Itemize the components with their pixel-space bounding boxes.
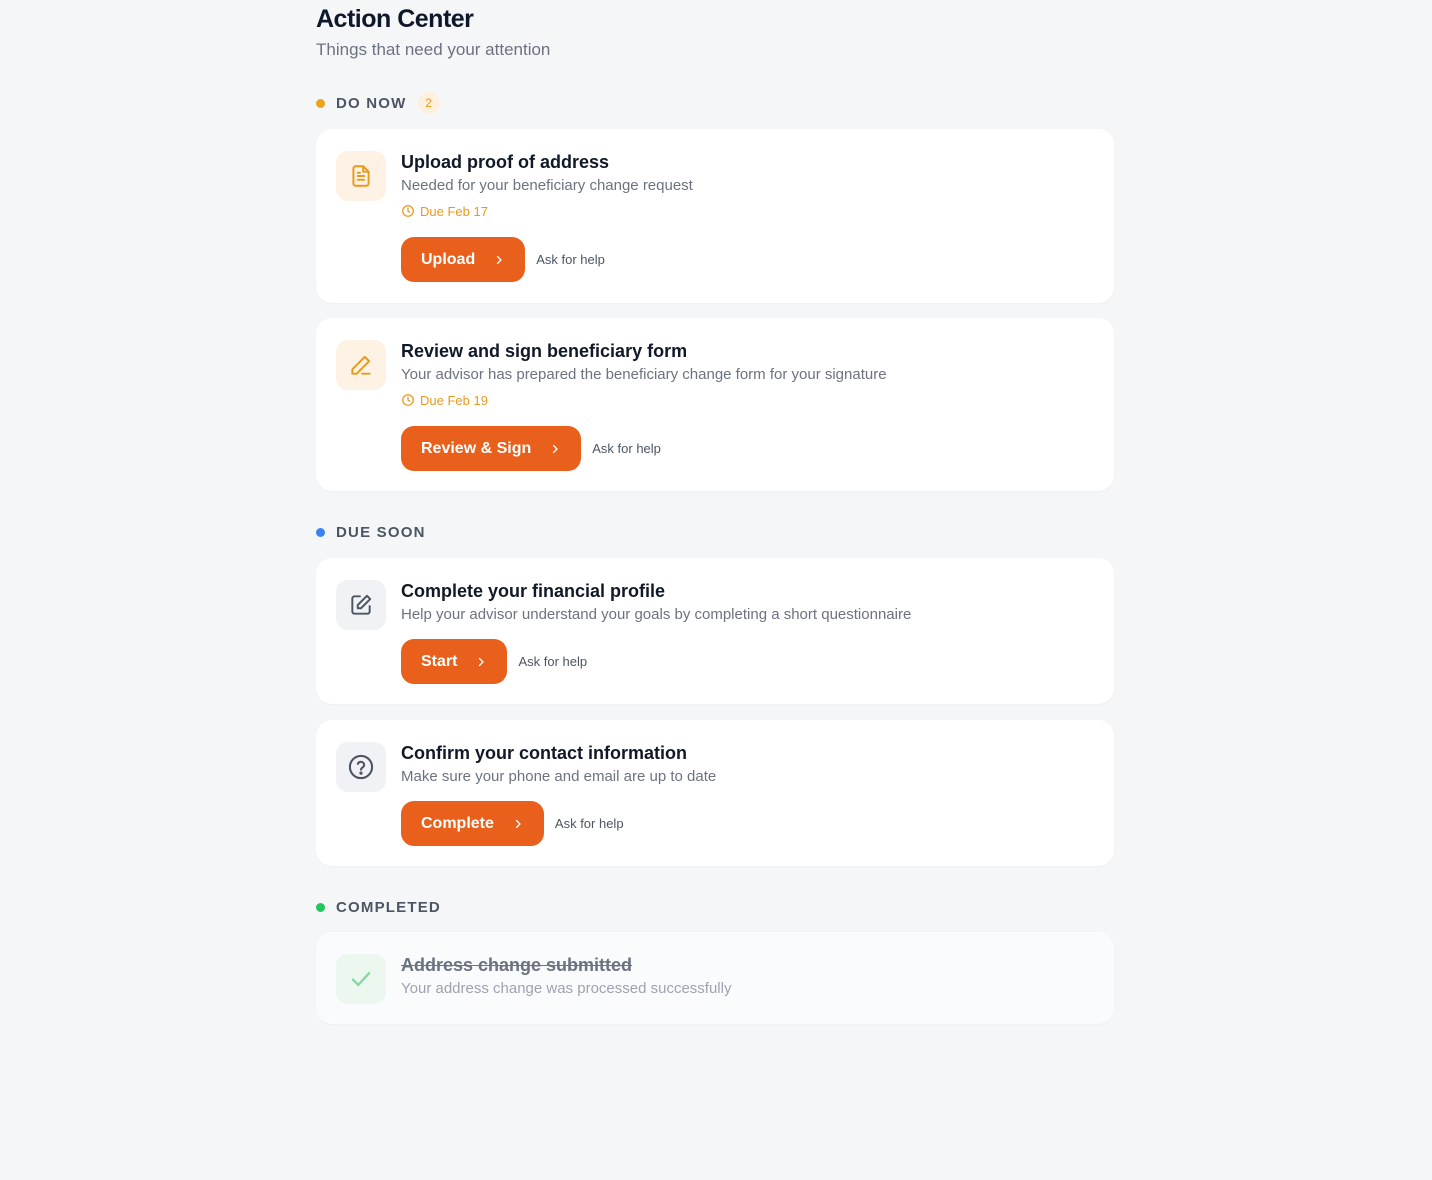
task-actions: Start Ask for help xyxy=(401,639,1094,684)
complete-button[interactable]: Complete xyxy=(401,801,544,846)
do-now-status-dot xyxy=(316,98,325,108)
task-actions: Review & Sign Ask for help xyxy=(401,426,1094,471)
task-description: Your advisor has prepared the beneficiar… xyxy=(401,366,887,383)
review-sign-button[interactable]: Review & Sign xyxy=(401,426,582,471)
start-button[interactable]: Start xyxy=(401,639,508,684)
document-icon xyxy=(336,151,386,201)
due-date: Due Feb 19 xyxy=(401,392,1094,408)
chevron-right-icon xyxy=(479,657,485,666)
task-title: Review and sign beneficiary form xyxy=(401,341,688,361)
due-soon-status-dot xyxy=(316,527,325,537)
page-subtitle: Things that need your attention xyxy=(316,40,551,59)
section-completed-header: COMPLETED xyxy=(316,895,1114,919)
section-label: COMPLETED xyxy=(336,898,441,916)
clock-icon xyxy=(402,205,414,217)
task-description: Needed for your beneficiary change reque… xyxy=(401,177,693,194)
task-title: Complete your financial profile xyxy=(401,581,666,601)
question-circle-icon xyxy=(336,742,386,792)
task-body: Review and sign beneficiary form Your ad… xyxy=(401,340,1094,471)
check-icon xyxy=(336,954,386,1004)
chevron-right-icon xyxy=(515,819,521,828)
ask-for-help-link[interactable]: Ask for help xyxy=(536,252,605,267)
section-do-now-header: DO NOW 2 xyxy=(316,91,1114,115)
due-date: Due Feb 17 xyxy=(401,203,1094,219)
complete-button-label: Complete xyxy=(421,814,494,832)
clock-icon xyxy=(402,394,414,406)
completed-title: Address change submitted xyxy=(401,955,633,975)
page-title: Action Center xyxy=(316,5,474,33)
edit-square-icon xyxy=(336,580,386,630)
review-sign-button-label: Review & Sign xyxy=(421,439,532,457)
completed-status-dot xyxy=(316,902,325,912)
task-card-review-sign: Review and sign beneficiary form Your ad… xyxy=(316,318,1114,491)
count-badge: 2 xyxy=(417,92,440,114)
section-label: DUE SOON xyxy=(336,523,426,541)
task-card-contact-info: Confirm your contact information Make su… xyxy=(316,720,1114,866)
task-title: Confirm your contact information xyxy=(401,743,688,763)
pen-icon xyxy=(336,340,386,390)
task-title: Upload proof of address xyxy=(401,152,610,172)
task-actions: Upload Ask for help xyxy=(401,237,1094,282)
start-button-label: Start xyxy=(421,652,458,670)
ask-for-help-link[interactable]: Ask for help xyxy=(592,441,661,456)
chevron-right-icon xyxy=(497,255,502,264)
task-body: Confirm your contact information Make su… xyxy=(401,742,1094,846)
due-date-label: Due Feb 19 xyxy=(420,392,488,408)
task-card-upload-proof: Upload proof of address Needed for your … xyxy=(316,129,1114,303)
chevron-right-icon xyxy=(553,444,558,453)
action-center: Action Center Things that need your atte… xyxy=(316,0,1114,1024)
ask-for-help-link[interactable]: Ask for help xyxy=(518,654,587,669)
task-body: Complete your financial profile Help you… xyxy=(401,580,1094,684)
task-description: Make sure your phone and email are up to… xyxy=(401,768,717,785)
completed-description: Your address change was processed succes… xyxy=(401,980,732,997)
upload-button[interactable]: Upload xyxy=(401,237,526,282)
completed-card-address-change: Address change submitted Your address ch… xyxy=(316,932,1114,1024)
section-due-soon-header: DUE SOON xyxy=(316,520,1114,544)
due-date-label: Due Feb 17 xyxy=(420,203,488,219)
task-description: Help your advisor understand your goals … xyxy=(401,606,912,623)
task-card-financial-profile: Complete your financial profile Help you… xyxy=(316,558,1114,704)
ask-for-help-link[interactable]: Ask for help xyxy=(555,816,624,831)
task-body: Upload proof of address Needed for your … xyxy=(401,151,1094,282)
section-label: DO NOW xyxy=(336,94,407,112)
completed-body: Address change submitted Your address ch… xyxy=(401,954,1094,998)
upload-button-label: Upload xyxy=(421,250,476,268)
task-actions: Complete Ask for help xyxy=(401,801,1094,846)
